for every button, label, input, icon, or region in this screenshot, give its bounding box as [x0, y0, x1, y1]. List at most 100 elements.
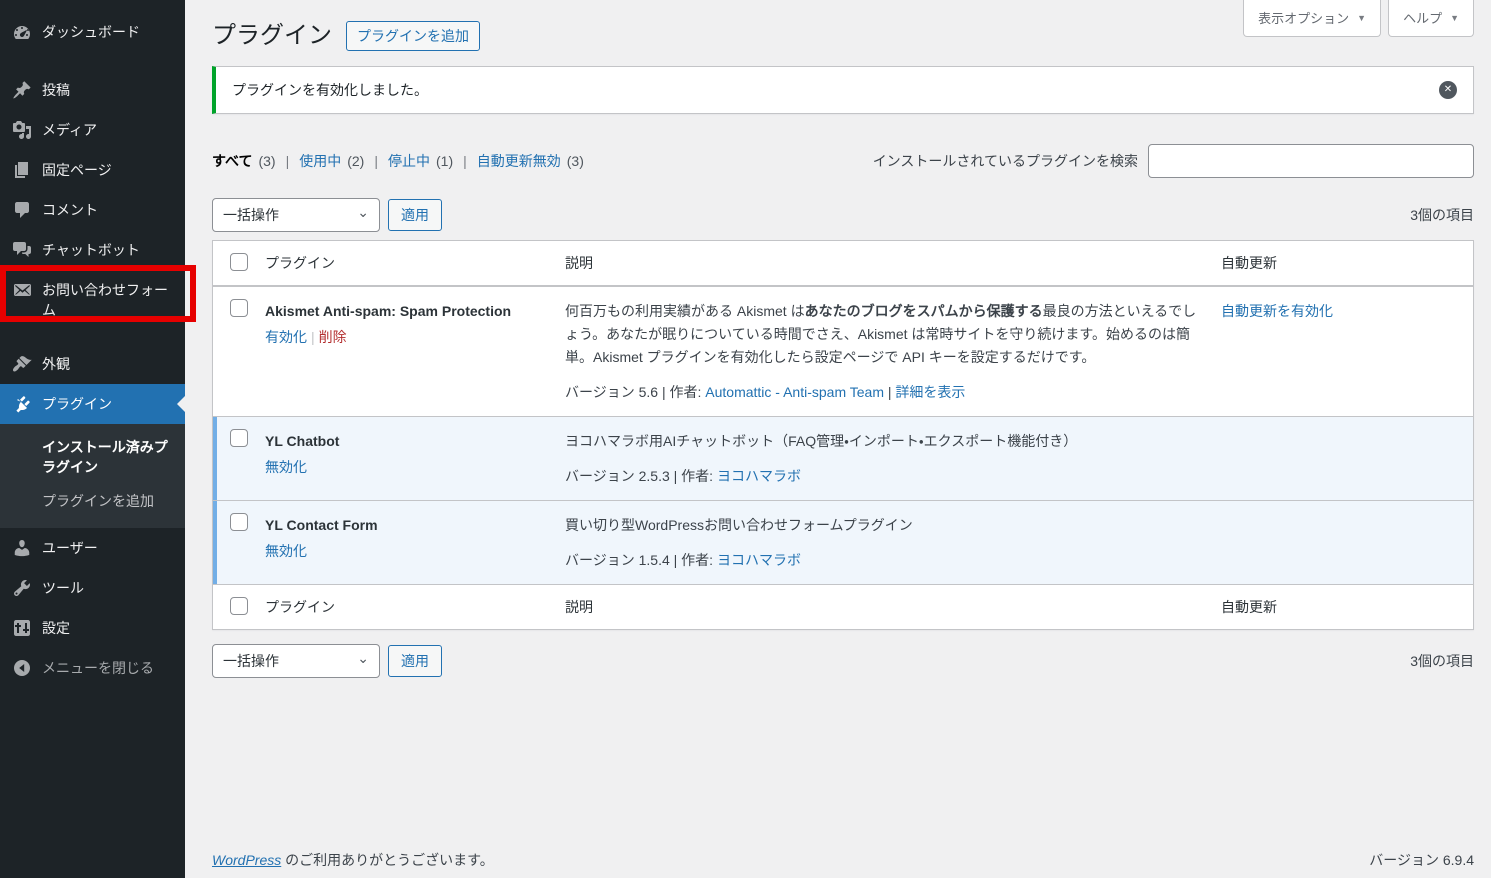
sidebar-item-collapse-menu[interactable]: メニューを閉じる — [0, 648, 185, 688]
author-link[interactable]: ヨコハマラボ — [717, 468, 801, 484]
main-content: 表示オプション ▼ ヘルプ ▼ プラグイン プラグインを追加 プラグインを有効化… — [185, 0, 1491, 878]
plugin-name: YL Chatbot — [265, 431, 549, 451]
wordpress-admin-plugins-page: ダッシュボード 投稿 メディア 固定ページ — [0, 0, 1491, 878]
sidebar-item-chatbot[interactable]: チャットボット — [0, 230, 185, 270]
select-all-checkbox[interactable] — [230, 253, 248, 271]
filter-all[interactable]: すべて — [212, 151, 252, 171]
column-header-description: 説明 — [565, 241, 1221, 285]
sidebar-item-label: 投稿 — [42, 80, 70, 100]
bulk-actions-select[interactable]: 一括操作 ⌄ — [212, 644, 380, 678]
view-details-link[interactable]: 詳細を表示 — [895, 384, 965, 400]
sidebar-item-label: ダッシュボード — [42, 22, 140, 42]
sidebar-item-label: お問い合わせフォーム — [42, 280, 177, 320]
sidebar-item-settings[interactable]: 設定 — [0, 608, 185, 648]
author-link[interactable]: ヨコハマラボ — [717, 552, 801, 568]
settings-sliders-icon — [12, 618, 32, 638]
screen-meta-links: 表示オプション ▼ ヘルプ ▼ — [1243, 0, 1474, 37]
sidebar-item-label: 外観 — [42, 354, 70, 374]
plugin-search: インストールされているプラグインを検索 — [873, 144, 1474, 178]
sidebar-item-tools[interactable]: ツール — [0, 568, 185, 608]
submenu-add-plugin[interactable]: プラグインを追加 — [0, 484, 185, 518]
plugin-description: 買い切り型WordPressお問い合わせフォームプラグイン — [565, 514, 1197, 537]
apply-button[interactable]: 適用 — [388, 199, 442, 231]
row-checkbox[interactable] — [230, 513, 248, 531]
sidebar-item-plugins[interactable]: プラグイン — [0, 384, 185, 424]
activate-link[interactable]: 有効化 — [265, 329, 307, 345]
footer-version: バージョン 6.9.4 — [1369, 850, 1474, 870]
chevron-down-icon: ⌄ — [357, 207, 369, 217]
bulk-actions-select[interactable]: 一括操作 ⌄ — [212, 198, 380, 232]
filter-inactive[interactable]: 停止中 — [388, 151, 430, 171]
deactivate-link[interactable]: 無効化 — [265, 459, 307, 475]
apply-button[interactable]: 適用 — [388, 645, 442, 677]
plugins-table: プラグイン 説明 自動更新 Akismet Anti-spam: Spam Pr… — [212, 240, 1474, 630]
plug-icon — [12, 394, 32, 414]
sidebar-item-contact-form[interactable]: お問い合わせフォーム — [0, 270, 185, 330]
submenu-installed-plugins[interactable]: インストール済みプラグイン — [0, 430, 185, 484]
dismiss-notice-icon[interactable]: ✕ — [1439, 81, 1457, 99]
sidebar-item-label: コメント — [42, 200, 98, 220]
plugin-description: 何百万もの利用実績がある Akismet はあなたのブログをスパムから保護する最… — [565, 300, 1197, 369]
notice-message: プラグインを有効化しました。 — [232, 80, 428, 100]
help-button[interactable]: ヘルプ ▼ — [1388, 0, 1474, 37]
row-checkbox[interactable] — [230, 299, 248, 317]
wrench-icon — [12, 578, 32, 598]
user-icon — [12, 538, 32, 558]
filter-auto-update-disabled[interactable]: 自動更新無効 — [477, 151, 561, 171]
table-row: Akismet Anti-spam: Spam Protection 有効化|削… — [213, 286, 1473, 416]
sidebar-item-pages[interactable]: 固定ページ — [0, 150, 185, 190]
sidebar-item-appearance[interactable]: 外観 — [0, 344, 185, 384]
table-header-row: プラグイン 説明 自動更新 — [213, 241, 1473, 286]
sidebar-item-label: メディア — [42, 120, 97, 140]
sidebar-item-media[interactable]: メディア — [0, 110, 185, 150]
plugin-meta: バージョン 1.5.4 | 作者: ヨコハマラボ — [565, 550, 1197, 570]
sidebar-item-label: メニューを閉じる — [42, 658, 154, 678]
sidebar-item-users[interactable]: ユーザー — [0, 528, 185, 568]
paintbrush-icon — [12, 354, 32, 374]
table-row: YL Contact Form 無効化 買い切り型WordPressお問い合わせ… — [213, 500, 1473, 584]
plugin-name: YL Contact Form — [265, 515, 549, 535]
plugins-submenu: インストール済みプラグイン プラグインを追加 — [0, 424, 185, 528]
table-row: YL Chatbot 無効化 ヨコハマラボ用AIチャットボット（FAQ管理・イン… — [213, 416, 1473, 500]
sidebar-item-comments[interactable]: コメント — [0, 190, 185, 230]
screen-options-button[interactable]: 表示オプション ▼ — [1243, 0, 1381, 37]
sidebar-item-label: チャットボット — [42, 240, 140, 260]
search-input[interactable] — [1148, 144, 1474, 178]
author-link[interactable]: Automattic - Anti-spam Team — [705, 384, 884, 400]
select-all-checkbox[interactable] — [230, 597, 248, 615]
plugin-meta: バージョン 5.6 | 作者: Automattic - Anti-spam T… — [565, 382, 1197, 402]
sidebar-item-label: 固定ページ — [42, 160, 112, 180]
footer-thanks: WordPress のご利用ありがとうございます。 — [212, 850, 494, 870]
sidebar-item-label: プラグイン — [42, 394, 112, 414]
success-notice: プラグインを有効化しました。 ✕ — [212, 66, 1474, 114]
pin-icon — [12, 80, 32, 100]
row-checkbox[interactable] — [230, 429, 248, 447]
add-plugin-button[interactable]: プラグインを追加 — [346, 21, 480, 51]
column-header-auto-update: 自動更新 — [1221, 585, 1473, 629]
plugin-meta: バージョン 2.5.3 | 作者: ヨコハマラボ — [565, 466, 1197, 486]
envelope-icon — [12, 280, 32, 300]
sidebar-item-label: 設定 — [42, 618, 70, 638]
filter-active[interactable]: 使用中 — [299, 151, 341, 171]
page-title: プラグイン — [212, 21, 332, 51]
search-label: インストールされているプラグインを検索 — [873, 151, 1138, 171]
column-header-description: 説明 — [565, 585, 1221, 629]
items-count: 3個の項目 — [1410, 205, 1474, 225]
sidebar-item-posts[interactable]: 投稿 — [0, 70, 185, 110]
enable-auto-update-link[interactable]: 自動更新を有効化 — [1221, 303, 1333, 319]
delete-link[interactable]: 削除 — [319, 329, 347, 345]
wordpress-link[interactable]: WordPress — [212, 852, 281, 868]
sidebar-item-label: ツール — [42, 578, 84, 598]
deactivate-link[interactable]: 無効化 — [265, 543, 307, 559]
tablenav-bottom: 一括操作 ⌄ 適用 3個の項目 — [212, 644, 1474, 678]
tablenav-top: 一括操作 ⌄ 適用 3個の項目 — [212, 198, 1474, 232]
pages-icon — [12, 160, 32, 180]
table-footer-row: プラグイン 説明 自動更新 — [213, 584, 1473, 629]
chevron-down-icon: ▼ — [1357, 13, 1366, 23]
media-icon — [12, 120, 32, 140]
sidebar-item-dashboard[interactable]: ダッシュボード — [0, 12, 185, 52]
dashboard-icon — [12, 22, 32, 42]
chevron-down-icon: ⌄ — [357, 653, 369, 663]
items-count: 3個の項目 — [1410, 651, 1474, 671]
admin-sidebar: ダッシュボード 投稿 メディア 固定ページ — [0, 0, 185, 878]
